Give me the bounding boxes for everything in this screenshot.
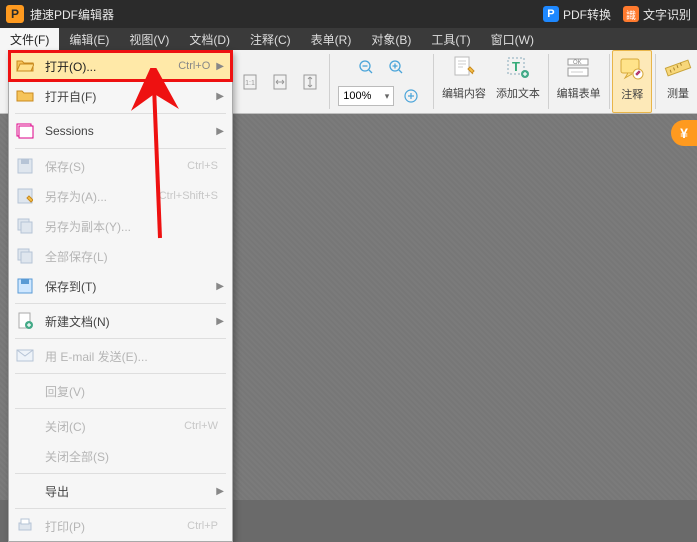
svg-text:1:1: 1:1 xyxy=(245,80,255,87)
save-all-icon xyxy=(15,246,35,266)
submenu-arrow-icon: ▶ xyxy=(216,486,224,497)
annotate-button[interactable]: 注释 xyxy=(612,50,652,113)
fit-width-icon[interactable] xyxy=(267,69,293,95)
menu-file[interactable]: 文件(F) xyxy=(0,28,59,50)
menu-item-save-as: 另存为(A)... Ctrl+Shift+S xyxy=(9,181,232,211)
edit-form-icon: OK xyxy=(565,53,593,81)
menu-item-email: 用 E-mail 发送(E)... xyxy=(9,341,232,371)
edit-form-button[interactable]: OK 编辑表单 xyxy=(552,50,606,113)
menu-bar: 文件(F) 编辑(E) 视图(V) 文档(D) 注释(C) 表单(R) 对象(B… xyxy=(0,28,697,50)
currency-badge[interactable]: ¥ xyxy=(671,120,697,146)
edit-content-button[interactable]: 编辑内容 xyxy=(437,50,491,113)
menu-item-open-from[interactable]: 打开自(F) ▶ xyxy=(9,81,232,111)
annotate-icon xyxy=(618,54,646,82)
edit-content-icon xyxy=(450,53,478,81)
submenu-arrow-icon: ▶ xyxy=(216,126,224,137)
ocr-icon: 識 xyxy=(623,6,639,22)
menu-item-close: 关闭(C) Ctrl+W xyxy=(9,411,232,441)
chevron-down-icon: ▾ xyxy=(385,91,390,102)
submenu-arrow-icon: ▶ xyxy=(216,281,224,292)
fit-page-icon[interactable]: 1:1 xyxy=(237,69,263,95)
ocr-label: 文字识别 xyxy=(643,6,691,23)
save-to-icon xyxy=(15,276,35,296)
folder-open-icon xyxy=(15,56,35,76)
menu-window[interactable]: 窗口(W) xyxy=(481,28,544,50)
menu-item-save-to[interactable]: 保存到(T) ▶ xyxy=(9,271,232,301)
menu-item-reply: 回复(V) xyxy=(9,376,232,406)
menu-item-save: 保存(S) Ctrl+S xyxy=(9,151,232,181)
file-dropdown-menu: 打开(O)... Ctrl+O ▶ 打开自(F) ▶ Sessions ▶ 保存… xyxy=(8,50,233,542)
folder-icon xyxy=(15,86,35,106)
menu-item-save-all: 全部保存(L) xyxy=(9,241,232,271)
measure-button[interactable]: 测量 xyxy=(659,50,697,113)
email-icon xyxy=(15,346,35,366)
save-as-icon xyxy=(15,186,35,206)
menu-item-sessions[interactable]: Sessions ▶ xyxy=(9,116,232,146)
svg-text:T: T xyxy=(512,59,520,74)
submenu-arrow-icon: ▶ xyxy=(216,91,224,102)
pdf-convert-icon: P xyxy=(543,6,559,22)
sessions-icon xyxy=(15,121,35,141)
pdf-convert-link[interactable]: P PDF转换 xyxy=(543,6,611,23)
menu-item-print: 打印(P) Ctrl+P xyxy=(9,511,232,541)
menu-view[interactable]: 视图(V) xyxy=(119,28,179,50)
zoom-in-icon[interactable] xyxy=(383,54,409,80)
add-text-button[interactable]: T 添加文本 xyxy=(491,50,545,113)
menu-item-save-copy: 另存为副本(Y)... xyxy=(9,211,232,241)
add-text-icon: T xyxy=(504,53,532,81)
titlebar: P 捷速PDF编辑器 P PDF转换 識 文字识别 xyxy=(0,0,697,28)
menu-item-export[interactable]: 导出 ▶ xyxy=(9,476,232,506)
fit-height-icon[interactable] xyxy=(297,69,323,95)
save-icon xyxy=(15,156,35,176)
zoom-level-field[interactable]: 100%▾ xyxy=(338,86,394,106)
menu-item-close-all: 关闭全部(S) xyxy=(9,441,232,471)
menu-document[interactable]: 文档(D) xyxy=(179,28,240,50)
save-copy-icon xyxy=(15,216,35,236)
zoom-plus-icon[interactable] xyxy=(398,83,424,109)
new-doc-icon xyxy=(15,311,35,331)
app-title: 捷速PDF编辑器 xyxy=(30,6,114,23)
menu-item-new-doc[interactable]: 新建文档(N) ▶ xyxy=(9,306,232,336)
menu-item-open[interactable]: 打开(O)... Ctrl+O ▶ xyxy=(9,51,232,81)
menu-object[interactable]: 对象(B) xyxy=(361,28,421,50)
app-logo-icon: P xyxy=(6,5,24,23)
measure-icon xyxy=(664,53,692,81)
menu-comment[interactable]: 注释(C) xyxy=(240,28,301,50)
zoom-out-icon[interactable] xyxy=(353,54,379,80)
menu-edit[interactable]: 编辑(E) xyxy=(59,28,119,50)
svg-text:OK: OK xyxy=(573,60,582,66)
submenu-arrow-icon: ▶ xyxy=(216,61,224,72)
ocr-link[interactable]: 識 文字识别 xyxy=(623,6,691,23)
submenu-arrow-icon: ▶ xyxy=(216,316,224,327)
menu-form[interactable]: 表单(R) xyxy=(301,28,362,50)
menu-tools[interactable]: 工具(T) xyxy=(421,28,480,50)
pdf-convert-label: PDF转换 xyxy=(563,6,611,23)
print-icon xyxy=(15,516,35,536)
